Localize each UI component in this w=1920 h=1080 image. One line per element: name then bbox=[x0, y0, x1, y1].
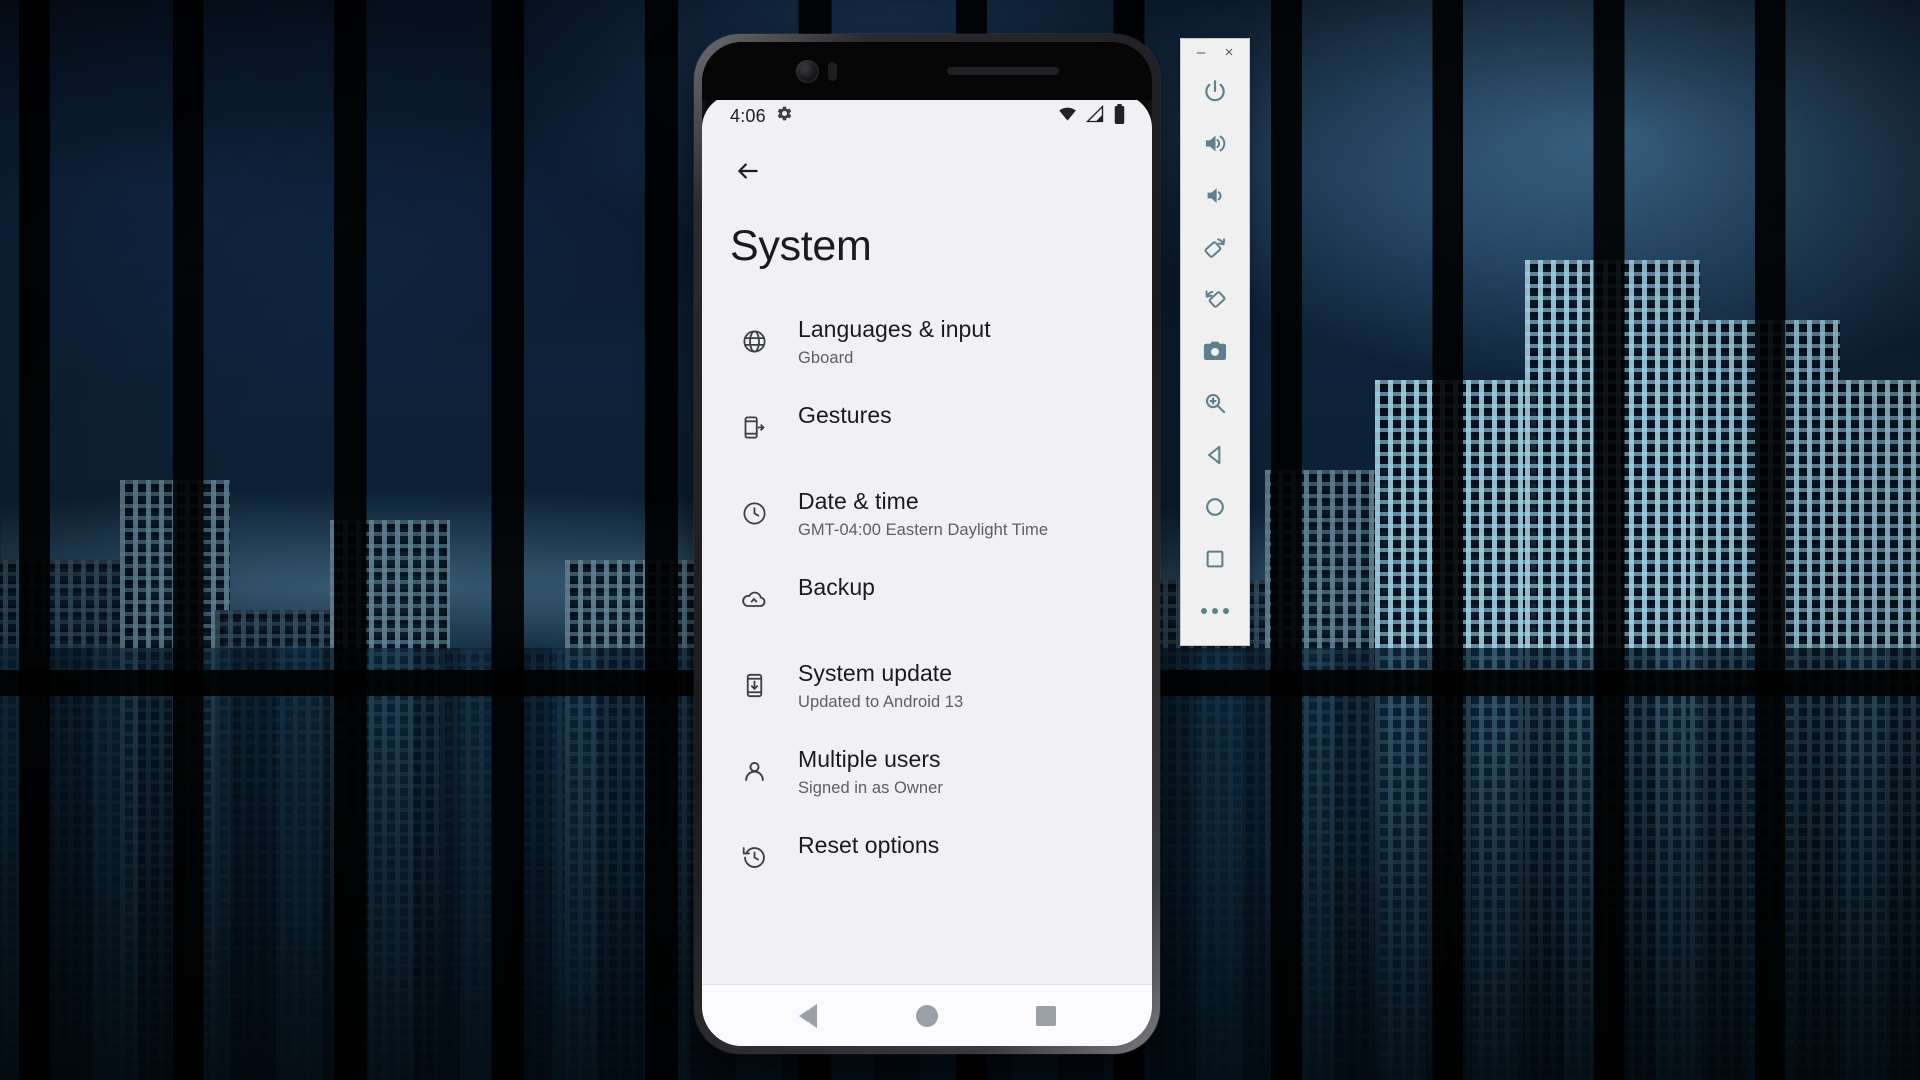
front-camera-icon bbox=[795, 59, 819, 83]
globe-icon bbox=[728, 315, 780, 367]
zoom-button[interactable] bbox=[1180, 377, 1250, 429]
setting-row-text: Multiple users Signed in as Owner bbox=[780, 743, 943, 798]
nav-back-button[interactable] bbox=[781, 994, 835, 1038]
emulator-toolbar: – × bbox=[1180, 38, 1250, 646]
setting-title: Gestures bbox=[798, 402, 892, 428]
recents-square-icon bbox=[1036, 1005, 1057, 1026]
screenshot-button[interactable] bbox=[1180, 325, 1250, 377]
wifi-icon bbox=[1058, 104, 1077, 128]
setting-title: Languages & input bbox=[798, 316, 991, 342]
setting-row-reset-options[interactable]: Reset options bbox=[702, 829, 1152, 915]
proximity-sensor-icon bbox=[827, 61, 837, 81]
earpiece-speaker-icon bbox=[946, 67, 1059, 75]
close-button[interactable]: × bbox=[1218, 42, 1240, 62]
status-bar: 4:06 bbox=[702, 94, 1152, 138]
settings-list: Languages & input Gboard Gestures Date &… bbox=[702, 313, 1152, 984]
device-top-bezel bbox=[702, 42, 1152, 100]
android-emulator-device: 4:06 System Languages & input Gboard Ges… bbox=[694, 34, 1160, 1054]
person-icon bbox=[728, 745, 780, 797]
setting-subtitle: Signed in as Owner bbox=[798, 778, 943, 797]
setting-title: Reset options bbox=[798, 832, 940, 858]
status-bar-left: 4:06 bbox=[730, 105, 793, 127]
nav-home-button[interactable] bbox=[900, 994, 954, 1038]
more-dots-icon bbox=[1201, 608, 1229, 614]
setting-row-multiple-users[interactable]: Multiple users Signed in as Owner bbox=[702, 743, 1152, 829]
rotate-right-button[interactable] bbox=[1180, 273, 1250, 325]
back-triangle-icon bbox=[798, 1003, 817, 1028]
setting-subtitle: Updated to Android 13 bbox=[798, 692, 964, 711]
battery-icon bbox=[1113, 103, 1126, 129]
cellular-signal-icon bbox=[1085, 104, 1104, 128]
back-button[interactable] bbox=[1180, 429, 1250, 481]
cloud-upload-icon bbox=[728, 573, 780, 625]
page-title: System bbox=[730, 222, 872, 270]
window-controls: – × bbox=[1181, 39, 1249, 65]
clock-icon bbox=[728, 487, 780, 539]
app-bar bbox=[702, 138, 1152, 204]
setting-row-languages-and-input[interactable]: Languages & input Gboard bbox=[702, 313, 1152, 399]
power-button[interactable] bbox=[1180, 65, 1250, 117]
setting-row-system-update[interactable]: System update Updated to Android 13 bbox=[702, 657, 1152, 743]
gestures-icon bbox=[728, 401, 780, 453]
phone-screen: 4:06 System Languages & input Gboard Ges… bbox=[702, 94, 1152, 1046]
setting-row-text: Gestures bbox=[780, 399, 892, 430]
setting-row-backup[interactable]: Backup bbox=[702, 571, 1152, 657]
home-circle-icon bbox=[915, 1004, 938, 1027]
back-arrow-icon[interactable] bbox=[726, 149, 770, 193]
system-update-icon bbox=[728, 659, 780, 711]
camera-cluster bbox=[795, 59, 837, 83]
status-bar-clock: 4:06 bbox=[730, 105, 766, 126]
setting-subtitle: GMT-04:00 Eastern Daylight Time bbox=[798, 520, 1049, 539]
setting-title: Backup bbox=[798, 574, 876, 600]
setting-row-text: Reset options bbox=[780, 829, 939, 860]
setting-row-text: Date & time GMT-04:00 Eastern Daylight T… bbox=[780, 485, 1048, 540]
more-button[interactable] bbox=[1180, 585, 1250, 637]
device-screen-housing: 4:06 System Languages & input Gboard Ges… bbox=[702, 42, 1152, 1046]
setting-title: Date & time bbox=[798, 488, 919, 514]
minimize-button[interactable]: – bbox=[1190, 42, 1212, 62]
nav-recents-button[interactable] bbox=[1019, 994, 1073, 1038]
status-bar-right bbox=[1058, 103, 1126, 129]
settings-gear-icon bbox=[776, 105, 793, 127]
overview-button[interactable] bbox=[1180, 533, 1250, 585]
rotate-left-button[interactable] bbox=[1180, 221, 1250, 273]
setting-row-gestures[interactable]: Gestures bbox=[702, 399, 1152, 485]
home-button[interactable] bbox=[1180, 481, 1250, 533]
reset-history-icon bbox=[728, 831, 780, 883]
setting-row-text: System update Updated to Android 13 bbox=[780, 657, 963, 712]
setting-subtitle: Gboard bbox=[798, 348, 854, 367]
setting-title: System update bbox=[798, 660, 953, 686]
setting-row-text: Backup bbox=[780, 571, 875, 602]
setting-row-text: Languages & input Gboard bbox=[780, 313, 991, 368]
setting-title: Multiple users bbox=[798, 746, 941, 772]
volume-down-button[interactable] bbox=[1180, 169, 1250, 221]
system-navigation-bar bbox=[702, 984, 1152, 1046]
setting-row-date-and-time[interactable]: Date & time GMT-04:00 Eastern Daylight T… bbox=[702, 485, 1152, 571]
volume-up-button[interactable] bbox=[1180, 117, 1250, 169]
